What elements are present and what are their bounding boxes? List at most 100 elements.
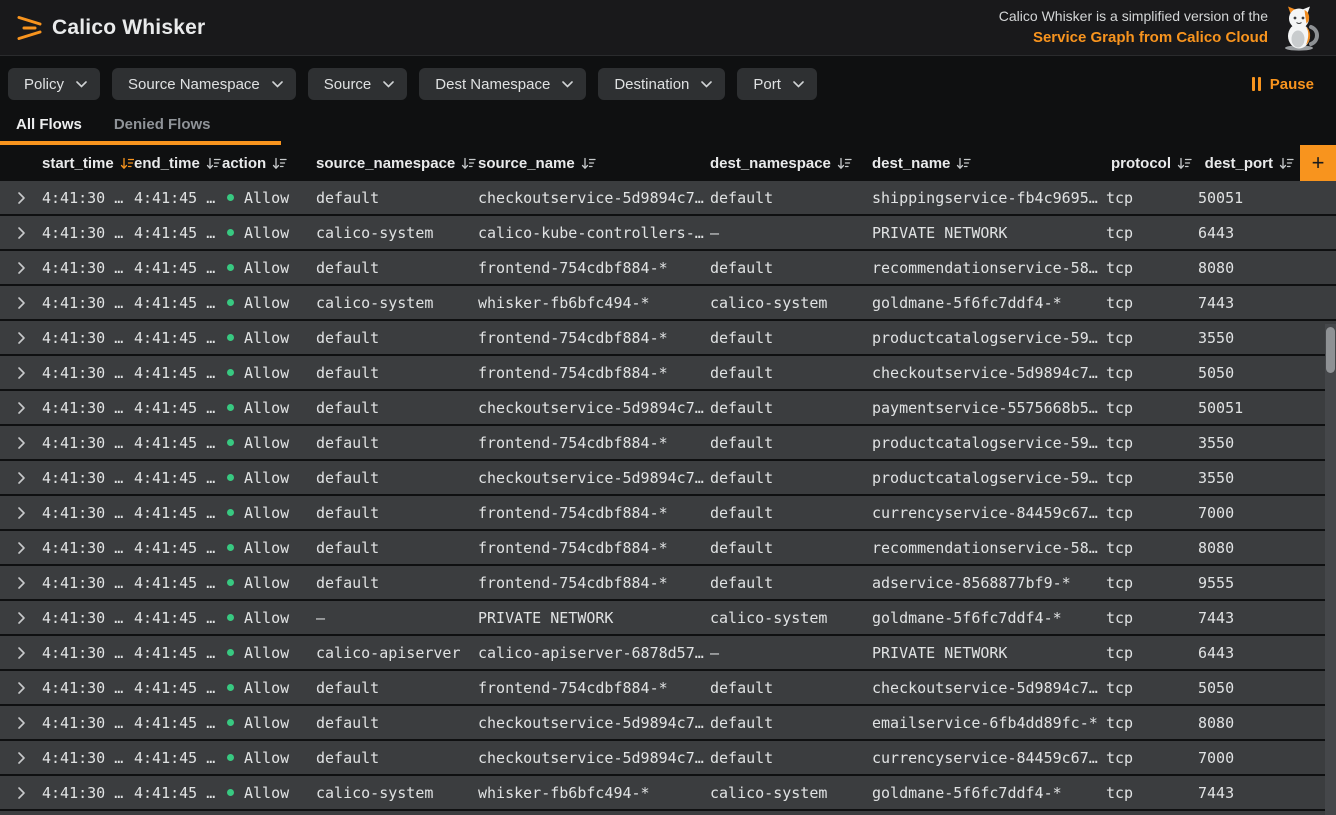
expand-row-icon[interactable] bbox=[17, 436, 26, 450]
cell-dest-port: 50051 bbox=[1198, 189, 1336, 207]
scrollbar-thumb[interactable] bbox=[1326, 327, 1335, 373]
table-row[interactable]: 4:41:30 … 4:41:45 … Allow calico-system … bbox=[0, 286, 1336, 319]
cell-dest-port: 5050 bbox=[1198, 679, 1336, 697]
allow-status-dot bbox=[227, 614, 234, 621]
expand-row-icon[interactable] bbox=[17, 751, 26, 765]
cell-start-time: 4:41:30 … bbox=[42, 434, 134, 452]
expand-row-icon[interactable] bbox=[17, 331, 26, 345]
allow-status-dot bbox=[227, 754, 234, 761]
cell-source-namespace: default bbox=[316, 539, 478, 557]
expand-row-icon[interactable] bbox=[17, 191, 26, 205]
expand-row-icon[interactable] bbox=[17, 786, 26, 800]
table-row[interactable]: 4:41:30 … 4:41:45 … Allow default checko… bbox=[0, 461, 1336, 494]
cell-action: Allow bbox=[222, 294, 316, 312]
cell-source-name: frontend-754cdbf884-* bbox=[478, 539, 710, 557]
cell-dest-name: checkoutservice-5d9894c7… bbox=[872, 679, 1106, 697]
cell-dest-port: 6443 bbox=[1198, 224, 1336, 242]
table-row[interactable]: 4:41:30 … 4:41:45 … Allow default checko… bbox=[0, 741, 1336, 774]
table-row[interactable]: 4:41:30 … 4:41:45 … Allow default fronte… bbox=[0, 251, 1336, 284]
cell-dest-port: 7000 bbox=[1198, 749, 1336, 767]
expand-row-icon[interactable] bbox=[17, 261, 26, 275]
cell-dest-namespace: default bbox=[710, 749, 872, 767]
table-row[interactable]: 4:41:30 … 4:41:45 … Allow default fronte… bbox=[0, 531, 1336, 564]
column-header-dest-port[interactable]: dest_port bbox=[1198, 155, 1300, 172]
column-header-dest-name[interactable]: dest_name bbox=[872, 155, 1106, 172]
sort-icon bbox=[1177, 157, 1192, 170]
filter-dest-namespace[interactable]: Dest Namespace bbox=[419, 68, 586, 100]
expand-row-icon[interactable] bbox=[17, 366, 26, 380]
cell-dest-port: 50051 bbox=[1198, 399, 1336, 417]
cell-source-name: calico-kube-controllers-… bbox=[478, 224, 710, 242]
expand-row-icon[interactable] bbox=[17, 401, 26, 415]
expand-row-icon[interactable] bbox=[17, 611, 26, 625]
cell-source-namespace: calico-apiserver bbox=[316, 644, 478, 662]
expand-row-icon[interactable] bbox=[17, 681, 26, 695]
column-header-end-time[interactable]: end_time bbox=[134, 155, 222, 172]
expand-row-icon[interactable] bbox=[17, 471, 26, 485]
cell-protocol: tcp bbox=[1106, 714, 1198, 732]
action-label: Allow bbox=[244, 259, 289, 277]
cell-dest-namespace: default bbox=[710, 434, 872, 452]
column-header-source-namespace[interactable]: source_namespace bbox=[316, 155, 478, 172]
filter-source[interactable]: Source bbox=[308, 68, 408, 100]
cell-start-time: 4:41:30 … bbox=[42, 679, 134, 697]
table-row[interactable]: 4:41:30 … 4:41:45 … Allow – PRIVATE NETW… bbox=[0, 601, 1336, 634]
cell-source-namespace: default bbox=[316, 749, 478, 767]
cell-end-time: 4:41:45 … bbox=[134, 294, 222, 312]
cell-action: Allow bbox=[222, 259, 316, 277]
cell-dest-name: goldmane-5f6fc7ddf4-* bbox=[872, 784, 1106, 802]
expand-row-icon[interactable] bbox=[17, 576, 26, 590]
table-row[interactable]: 4:41:30 … 4:41:45 … Allow calico-system … bbox=[0, 776, 1336, 809]
cell-end-time: 4:41:45 … bbox=[134, 574, 222, 592]
table-row[interactable]: 4:41:30 … 4:41:45 … Allow default fronte… bbox=[0, 671, 1336, 704]
table-row[interactable]: 4:41:30 … 4:41:45 … Allow default fronte… bbox=[0, 321, 1336, 354]
filter-port[interactable]: Port bbox=[737, 68, 817, 100]
cell-dest-namespace: default bbox=[710, 469, 872, 487]
table-row[interactable]: 4:41:30 … 4:41:45 … Allow default fronte… bbox=[0, 496, 1336, 529]
expand-row-icon[interactable] bbox=[17, 541, 26, 555]
cell-end-time: 4:41:45 … bbox=[134, 434, 222, 452]
filter-source-namespace[interactable]: Source Namespace bbox=[112, 68, 296, 100]
cell-action: Allow bbox=[222, 609, 316, 627]
vertical-scrollbar[interactable] bbox=[1325, 324, 1336, 815]
expand-row-icon[interactable] bbox=[17, 226, 26, 240]
filter-destination[interactable]: Destination bbox=[598, 68, 725, 100]
table-row[interactable]: 4:41:30 … 4:41:45 … Allow default fronte… bbox=[0, 356, 1336, 389]
service-graph-link[interactable]: Service Graph from Calico Cloud bbox=[999, 27, 1268, 49]
table-row[interactable]: 4:41:30 … 4:41:45 … Allow default checko… bbox=[0, 706, 1336, 739]
allow-status-dot bbox=[227, 544, 234, 551]
cell-dest-name: shippingservice-fb4c9695… bbox=[872, 189, 1106, 207]
expand-row-icon[interactable] bbox=[17, 506, 26, 520]
cell-start-time: 4:41:30 … bbox=[42, 644, 134, 662]
pause-button[interactable]: Pause bbox=[1252, 76, 1320, 93]
column-header-start-time[interactable]: start_time bbox=[42, 155, 134, 172]
column-header-source-name[interactable]: source_name bbox=[478, 155, 710, 172]
expand-row-icon[interactable] bbox=[17, 296, 26, 310]
table-row[interactable]: 4:41:30 … 4:41:45 … Allow default checko… bbox=[0, 391, 1336, 424]
action-label: Allow bbox=[244, 679, 289, 697]
cell-dest-namespace: default bbox=[710, 504, 872, 522]
cell-dest-namespace: – bbox=[710, 644, 872, 662]
cell-dest-port: 3550 bbox=[1198, 469, 1336, 487]
filter-policy[interactable]: Policy bbox=[8, 68, 100, 100]
cell-dest-namespace: – bbox=[710, 224, 872, 242]
table-row[interactable]: 4:41:30 … 4:41:45 … Allow default fronte… bbox=[0, 566, 1336, 599]
expand-row-icon[interactable] bbox=[17, 716, 26, 730]
tab-all-flows[interactable]: All Flows bbox=[0, 110, 98, 141]
filter-bar: Policy Source Namespace Source Dest Name… bbox=[0, 56, 1336, 100]
add-column-button[interactable]: + bbox=[1300, 145, 1336, 181]
column-header-action[interactable]: action bbox=[222, 155, 316, 172]
cell-start-time: 4:41:30 … bbox=[42, 749, 134, 767]
column-header-protocol[interactable]: protocol bbox=[1106, 155, 1198, 172]
column-header-dest-namespace[interactable]: dest_namespace bbox=[710, 155, 872, 172]
table-row[interactable]: 4:41:30 … 4:41:45 … Allow calico-system … bbox=[0, 216, 1336, 249]
cell-source-name: frontend-754cdbf884-* bbox=[478, 504, 710, 522]
table-row[interactable]: 4:41:30 … 4:41:45 … Allow default checko… bbox=[0, 181, 1336, 214]
table-row[interactable]: 4:41:30 … 4:41:45 … Allow calico-apiserv… bbox=[0, 636, 1336, 669]
cell-action: Allow bbox=[222, 329, 316, 347]
table-body: 4:41:30 … 4:41:45 … Allow default checko… bbox=[0, 181, 1336, 809]
action-label: Allow bbox=[244, 644, 289, 662]
tab-denied-flows[interactable]: Denied Flows bbox=[98, 110, 227, 141]
expand-row-icon[interactable] bbox=[17, 646, 26, 660]
table-row[interactable]: 4:41:30 … 4:41:45 … Allow default fronte… bbox=[0, 426, 1336, 459]
